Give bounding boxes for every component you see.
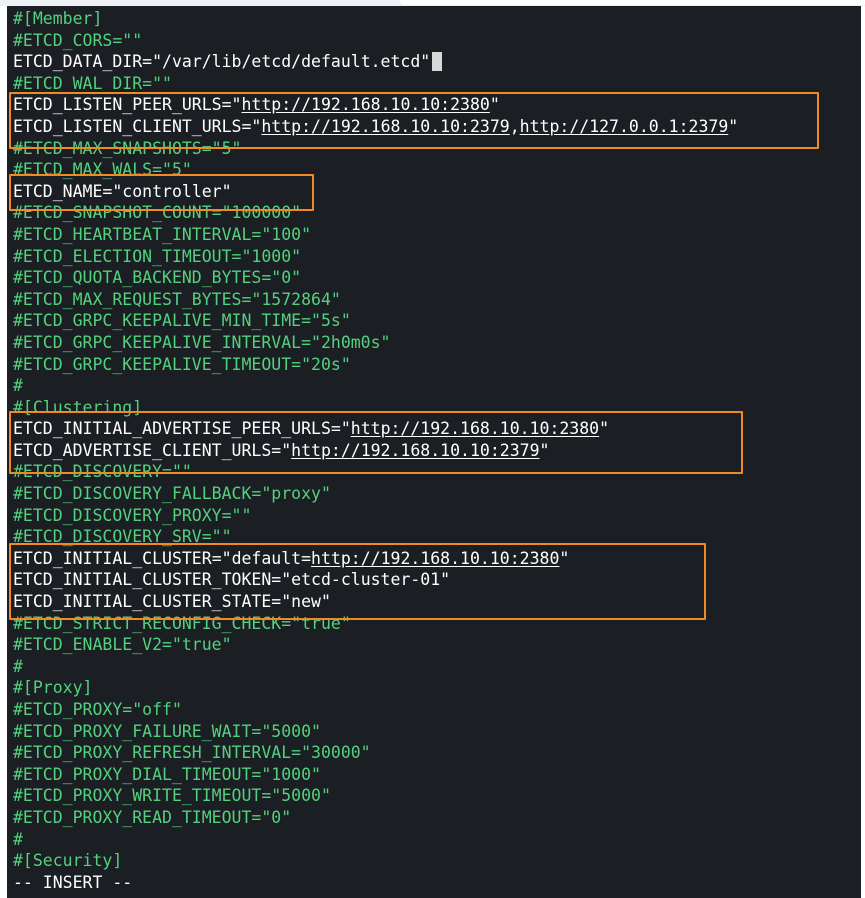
comment-line: #ETCD_GRPC_KEEPALIVE_MIN_TIME="5s" [13, 311, 351, 331]
config-close-quote: " [420, 52, 431, 72]
config-url: http://192.168.10.10:2379 [261, 116, 510, 136]
config-close-quote: " [320, 592, 331, 612]
config-line: ETCD_LISTEN_PEER_URLS="http://192.168.10… [13, 94, 738, 116]
config-close-quote: " [221, 181, 232, 201]
comment-line: #ETCD_QUOTA_BACKEND_BYTES="0" [13, 268, 302, 288]
config-value: new [291, 592, 321, 612]
config-line: ETCD_INITIAL_ADVERTISE_PEER_URLS="http:/… [13, 418, 738, 440]
comment-line: #ETCD_PROXY_WRITE_TIMEOUT="5000" [13, 786, 331, 806]
comment-line: #ETCD_WAL_DIR="" [13, 73, 172, 93]
config-url: http://192.168.10.10:2379 [291, 440, 540, 460]
comment-line: #ETCD_DISCOVERY_FALLBACK="proxy" [13, 484, 331, 504]
comment-line: #[Proxy] [13, 678, 93, 698]
text-cursor [432, 52, 443, 72]
config-equals-quote: =" [221, 95, 242, 115]
comment-line: #ETCD_ENABLE_V2="true" [13, 635, 232, 655]
comment-line: # [13, 376, 23, 396]
comment-line: #ETCD_PROXY="off" [13, 700, 182, 719]
config-key: ETCD_INITIAL_ADVERTISE_PEER_URLS [13, 419, 331, 439]
config-equals-quote: =" [271, 440, 292, 460]
config-close-quote: " [539, 440, 550, 460]
comment-line: #ETCD_STRICT_RECONFIG_CHECK="true" [13, 613, 351, 633]
config-key: ETCD_LISTEN_PEER_URLS [13, 95, 222, 115]
comment-line: # [13, 829, 23, 849]
url-separator: , [509, 116, 520, 136]
config-equals-quote: =" [211, 548, 232, 568]
config-line: ETCD_NAME="controller" [13, 181, 738, 203]
config-close-quote: " [559, 548, 570, 568]
config-equals-quote: =" [142, 52, 163, 72]
comment-line: #ETCD_PROXY_FAILURE_WAIT="5000" [13, 721, 321, 741]
vim-mode-indicator: -- INSERT -- [13, 872, 133, 892]
config-equals-quote: =" [271, 570, 292, 590]
config-close-quote: " [728, 116, 739, 136]
terminal-window[interactable]: #[Member] #ETCD_CORS="" ETCD_DATA_DIR="/va… [7, 6, 861, 898]
config-line: ETCD_LISTEN_CLIENT_URLS="http://192.168.… [13, 116, 738, 138]
comment-line: #ETCD_CORS="" [13, 30, 143, 50]
config-line: ETCD_INITIAL_CLUSTER_TOKEN="etcd-cluster… [13, 569, 738, 591]
comment-line: #ETCD_DISCOVERY="" [13, 462, 192, 482]
comment-line: #[Clustering] [13, 397, 143, 417]
comment-line: #ETCD_PROXY_READ_TIMEOUT="0" [13, 807, 292, 827]
config-close-quote: " [440, 570, 451, 590]
config-key: ETCD_LISTEN_CLIENT_URLS [13, 116, 242, 136]
config-line: ETCD_ADVERTISE_CLIENT_URLS="http://192.1… [13, 440, 738, 462]
config-line: ETCD_INITIAL_CLUSTER_STATE="new" [13, 591, 738, 613]
comment-line: #ETCD_PROXY_REFRESH_INTERVAL="30000" [13, 743, 371, 763]
config-key: ETCD_ADVERTISE_CLIENT_URLS [13, 440, 272, 460]
config-value-prefix: default= [231, 548, 312, 568]
config-equals-quote: =" [102, 181, 123, 201]
config-equals-quote: =" [241, 116, 262, 136]
comment-line: # [13, 656, 23, 676]
config-equals-quote: =" [330, 419, 351, 439]
config-line: ETCD_DATA_DIR="/var/lib/etcd/default.etc… [13, 51, 738, 73]
config-value: etcd-cluster-01 [291, 570, 441, 590]
config-url: http://192.168.10.10:2380 [241, 95, 490, 115]
comment-line: #ETCD_MAX_WALS="5" [13, 160, 192, 180]
config-key: ETCD_INITIAL_CLUSTER [13, 548, 212, 568]
comment-line: #ETCD_GRPC_KEEPALIVE_TIMEOUT="20s" [13, 354, 351, 374]
comment-line: #ETCD_MAX_REQUEST_BYTES="1572864" [13, 289, 341, 309]
config-line: ETCD_INITIAL_CLUSTER="default=http://192… [13, 548, 738, 570]
comment-line: #ETCD_GRPC_KEEPALIVE_INTERVAL="2h0m0s" [13, 332, 391, 352]
comment-line: #[Member] [13, 9, 103, 28]
config-value: controller [122, 181, 222, 201]
comment-line: #ETCD_PROXY_DIAL_TIMEOUT="1000" [13, 764, 321, 784]
comment-line: #[Security] [13, 851, 123, 871]
config-key: ETCD_DATA_DIR [13, 52, 143, 72]
config-key: ETCD_NAME [13, 181, 103, 201]
vim-buffer[interactable]: #[Member] #ETCD_CORS="" ETCD_DATA_DIR="/va… [13, 8, 738, 893]
config-key: ETCD_INITIAL_CLUSTER_STATE [13, 592, 272, 612]
comment-line: #ETCD_DISCOVERY_SRV="" [13, 527, 232, 547]
comment-line: #ETCD_DISCOVERY_PROXY="" [13, 505, 252, 525]
config-equals-quote: =" [271, 592, 292, 612]
comment-line: #ETCD_MAX_SNAPSHOTS="5" [13, 138, 242, 158]
comment-line: #ETCD_HEARTBEAT_INTERVAL="100" [13, 224, 312, 244]
config-close-quote: " [599, 419, 610, 439]
config-url: http://192.168.10.10:2380 [311, 548, 560, 568]
config-key: ETCD_INITIAL_CLUSTER_TOKEN [13, 570, 272, 590]
config-value: /var/lib/etcd/default.etcd [162, 52, 421, 72]
comment-line: #ETCD_SNAPSHOT_COUNT="100000" [13, 203, 302, 223]
window-tab [400, 0, 865, 5]
comment-line: #ETCD_ELECTION_TIMEOUT="1000" [13, 246, 302, 266]
config-close-quote: " [489, 95, 500, 115]
config-url: http://192.168.10.10:2380 [350, 419, 600, 439]
config-url: http://127.0.0.1:2379 [519, 116, 729, 136]
